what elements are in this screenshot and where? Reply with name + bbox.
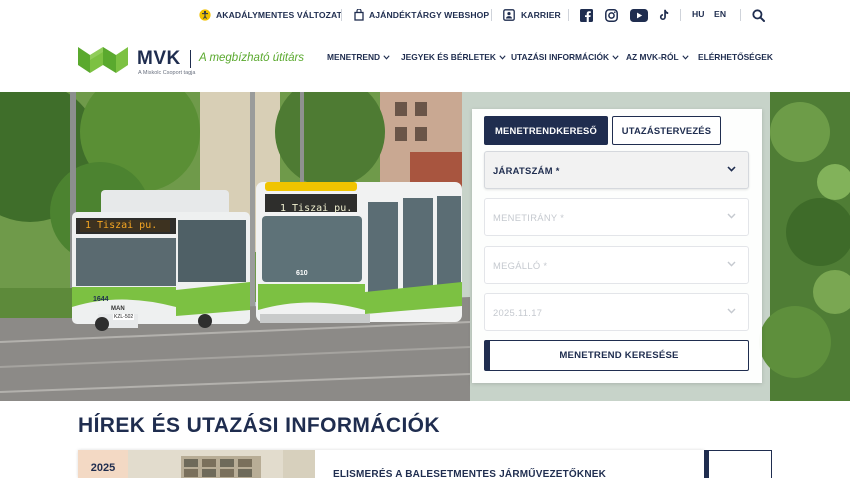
search-icon [752, 8, 765, 22]
chevron-down-icon [383, 54, 390, 60]
tab-timetable-search[interactable]: MENETRENDKERESŐ [484, 116, 608, 145]
nav-tickets[interactable]: JEGYEK ÉS BÉRLETEK [401, 52, 506, 62]
tram-destination-sign: 1 Tiszai pu. [280, 203, 353, 214]
divider [568, 9, 569, 21]
bus-brand: MAN [111, 306, 125, 312]
news-section-title: HÍREK ÉS UTAZÁSI INFORMÁCIÓK [78, 414, 440, 437]
instagram-link[interactable] [605, 8, 618, 22]
news-thumbnail: 2025 [78, 450, 315, 478]
mvk-logo[interactable]: MVK A megbízható útitárs A Miskolc Csopo… [78, 42, 318, 82]
nav-label: JEGYEK ÉS BÉRLETEK [401, 52, 496, 62]
tram-fleet-number: 610 [296, 270, 308, 277]
webshop-link[interactable]: AJÁNDÉKTÁRGY WEBSHOP [354, 8, 489, 22]
tab-journey-planner[interactable]: UTAZÁSTERVEZÉS [612, 116, 721, 145]
nav-label: MENETREND [327, 52, 381, 62]
stop-select[interactable]: MEGÁLLÓ * [484, 246, 749, 284]
chevron-down-icon [612, 54, 619, 60]
divider [680, 9, 681, 21]
chevron-down-icon [499, 54, 506, 60]
direction-label: MENETIRÁNY * [493, 211, 565, 223]
route-number-label: JÁRATSZÁM * [493, 164, 560, 176]
logo-text: MVK [137, 48, 181, 69]
nav-timetable[interactable]: MENETREND [327, 52, 390, 62]
facebook-link[interactable] [580, 8, 593, 22]
facebook-icon [580, 8, 593, 22]
search-button[interactable] [752, 8, 765, 22]
chevron-down-icon [727, 308, 736, 314]
accessibility-icon [199, 9, 211, 21]
utility-bar: AKADÁLYMENTES VÁLTOZAT AJÁNDÉKTÁRGY WEBS… [0, 0, 850, 30]
bus-plate: KZL-502 [113, 314, 135, 320]
date-value: 2025.11.17 [493, 306, 543, 318]
chevron-down-icon [681, 54, 689, 60]
logo-group-caption: A Miskolc Csoport tagja [138, 70, 196, 76]
chevron-down-icon [727, 261, 736, 267]
youtube-icon [630, 8, 648, 22]
nav-contacts[interactable]: ELÉRHETŐSÉGEK [698, 52, 773, 62]
tiktok-link[interactable] [659, 8, 669, 22]
stop-label: MEGÁLLÓ * [493, 259, 548, 271]
mvk-logo-mark [78, 47, 128, 73]
nav-label: UTAZÁSI INFORMÁCIÓK [511, 52, 610, 62]
instagram-icon [605, 8, 618, 22]
nav-travel-info[interactable]: UTAZÁSI INFORMÁCIÓK [511, 52, 619, 62]
side-card[interactable] [704, 450, 772, 478]
timetable-search-button[interactable]: MENETREND KERESÉSE [484, 340, 749, 371]
chevron-down-icon [727, 166, 736, 172]
tiktok-icon [659, 9, 669, 21]
news-card[interactable]: 2025 ELISMERÉS A BALESETMENTES JÁRMŰVEZE… [78, 450, 704, 478]
date-select[interactable]: 2025.11.17 [484, 293, 749, 331]
nav-about[interactable]: AZ MVK-RÓL [626, 52, 689, 62]
news-date-badge: 2025 [78, 450, 128, 478]
youtube-link[interactable] [630, 8, 648, 22]
nav-label: AZ MVK-RÓL [626, 52, 679, 62]
career-link[interactable]: KARRIER [503, 8, 561, 22]
divider [491, 9, 492, 21]
accessible-version-link[interactable]: AKADÁLYMENTES VÁLTOZAT [199, 8, 342, 22]
language-en[interactable]: EN [714, 7, 726, 21]
accessible-label: AKADÁLYMENTES VÁLTOZAT [216, 10, 343, 20]
career-label: KARRIER [521, 10, 561, 20]
nav-label: ELÉRHETŐSÉGEK [698, 52, 773, 62]
bus-fleet-number: 1644 [93, 296, 109, 303]
logo-slogan: A megbízható útitárs [199, 52, 305, 64]
divider [740, 9, 741, 21]
route-number-select[interactable]: JÁRATSZÁM * [484, 151, 749, 189]
chevron-down-icon [727, 213, 736, 219]
bag-icon [354, 9, 364, 21]
main-header: MVK A megbízható útitárs A Miskolc Csopo… [0, 30, 850, 92]
bus-destination-sign: 1 Tiszai pu. [85, 220, 158, 231]
language-hu[interactable]: HU [692, 7, 705, 21]
news-headline[interactable]: ELISMERÉS A BALESETMENTES JÁRMŰVEZETŐKNE… [333, 469, 606, 478]
logo-divider [190, 50, 191, 68]
webshop-label: AJÁNDÉKTÁRGY WEBSHOP [369, 10, 490, 20]
career-icon [503, 9, 515, 21]
divider [341, 9, 342, 21]
news-date-year: 2025 [90, 462, 116, 474]
direction-select[interactable]: MENETIRÁNY * [484, 198, 749, 236]
